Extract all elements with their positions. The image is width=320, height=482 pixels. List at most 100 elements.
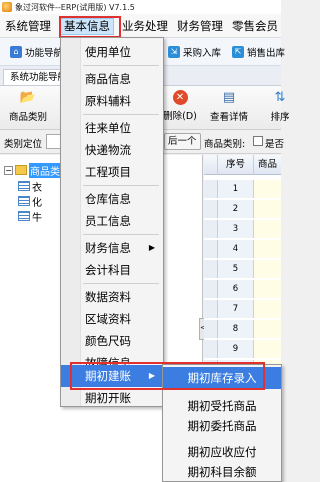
next-button[interactable]: 后一个 xyxy=(164,133,201,150)
menu-system-management[interactable]: 系统管理 xyxy=(5,18,51,35)
quick-function-nav-label: 功能导航 xyxy=(25,48,64,59)
grid-header-index[interactable]: 序号 xyxy=(218,155,254,175)
menu-item-opening-account-balances[interactable]: 期初科目余额 xyxy=(163,461,281,482)
table-row[interactable]: 4 xyxy=(204,240,281,258)
row-number: 8 xyxy=(218,320,254,338)
category-icon xyxy=(18,211,30,221)
collapse-icon[interactable]: − xyxy=(4,165,13,175)
table-row[interactable]: 8 xyxy=(204,320,281,338)
table-row[interactable]: 2 xyxy=(204,200,281,218)
category-icon xyxy=(18,181,30,191)
row-number: 7 xyxy=(218,300,254,318)
category-icon xyxy=(18,196,30,206)
tree-node[interactable]: 化 xyxy=(18,194,42,209)
table-row[interactable]: 5 xyxy=(204,260,281,278)
menu-item-color-size[interactable]: 颜色尺码 xyxy=(61,330,163,352)
quick-function-nav[interactable]: ⌂ 功能导航 xyxy=(10,44,63,60)
tree-node-label: 牛 xyxy=(32,212,42,224)
row-number: 9 xyxy=(218,340,254,358)
menu-item-projects[interactable]: 工程项目 xyxy=(61,161,163,183)
app-logo-icon xyxy=(2,2,12,12)
menu-bar: 系统管理 基本信息 业务处理 财务管理 零售会员 xyxy=(0,14,281,38)
checkbox-label: 是否 xyxy=(265,139,285,150)
menu-item-product-info[interactable]: 商品信息 xyxy=(61,68,163,90)
grid-header: 序号 商品 xyxy=(204,155,281,175)
menu-item-staff-info[interactable]: 员工信息 xyxy=(61,210,163,232)
tree-node-label: 衣 xyxy=(32,182,42,194)
menu-retail-members[interactable]: 零售会员 xyxy=(232,18,278,35)
menu-item-opening-receivables-payables[interactable]: 期初应收应付 xyxy=(163,441,281,463)
menu-separator xyxy=(83,234,159,235)
menu-item-opening-inventory-entry[interactable]: 期初库存录入 xyxy=(163,367,281,389)
menu-item-finance-info-label: 财务信息 xyxy=(85,241,131,255)
folder-open-icon: 📂 xyxy=(19,90,37,105)
table-row[interactable]: 3 xyxy=(204,220,281,238)
product-category-button[interactable]: 📂 商品类别 xyxy=(2,90,54,126)
product-category-label: 商品类别: xyxy=(204,139,246,150)
menu-business-processing[interactable]: 业务处理 xyxy=(122,18,168,35)
view-details-icon: ▤ xyxy=(222,90,236,105)
submenu-arrow-icon: ▶ xyxy=(148,371,155,380)
basic-info-menu: 使用单位 商品信息 原料辅料 往来单位 快递物流 工程项目 仓库信息 员工信息 … xyxy=(60,37,164,407)
quick-purchase-inbound-label: 采购入库 xyxy=(183,48,222,59)
menu-item-finance-info[interactable]: 财务信息 ▶ xyxy=(61,237,163,259)
menu-item-opening-setup[interactable]: 期初建账 ▶ xyxy=(61,365,163,387)
view-details-button-label: 查看详情 xyxy=(209,112,248,123)
opening-setup-submenu: 期初库存录入 期初受托商品 期初委托商品 期初应收应付 期初科目余额 xyxy=(162,364,282,482)
sort-button-label: 排序 xyxy=(270,112,290,123)
quick-purchase-inbound[interactable]: ⇲ 采购入库 xyxy=(168,44,221,60)
menu-item-opening-accounts[interactable]: 期初开账 xyxy=(61,387,163,409)
delete-button-label: 删除(D) xyxy=(163,111,197,122)
menu-item-region-data[interactable]: 区域资料 xyxy=(61,308,163,330)
menu-item-warehouse-info[interactable]: 仓库信息 xyxy=(61,188,163,210)
home-icon: ⌂ xyxy=(10,46,22,58)
menu-separator xyxy=(83,283,159,284)
table-row[interactable]: 6 xyxy=(204,280,281,298)
checkbox[interactable] xyxy=(253,136,263,146)
row-number: 3 xyxy=(218,220,254,238)
category-locate-label: 类别定位 xyxy=(4,139,43,150)
menu-separator xyxy=(83,114,159,115)
submenu-arrow-icon: ▶ xyxy=(148,243,155,252)
grid-header-product[interactable]: 商品 xyxy=(254,155,281,175)
title-bar: 象过河软件--ERP(试用版) V7.1.5 xyxy=(0,0,281,14)
menu-item-opening-setup-label: 期初建账 xyxy=(85,369,131,383)
delete-icon: ✕ xyxy=(172,90,188,105)
folder-icon xyxy=(15,165,27,175)
menu-item-opening-consigned-in[interactable]: 期初受托商品 xyxy=(163,395,281,417)
row-number: 2 xyxy=(218,200,254,218)
row-number: 1 xyxy=(218,180,254,198)
row-number: 6 xyxy=(218,280,254,298)
product-category-button-label: 商品类别 xyxy=(8,112,47,123)
tree-node[interactable]: 牛 xyxy=(18,209,42,224)
table-row[interactable]: 1 xyxy=(204,180,281,198)
sort-icon: ⇅ xyxy=(274,90,286,105)
menu-finance-management[interactable]: 财务管理 xyxy=(177,18,223,35)
sort-button[interactable]: ⇅ 排序 xyxy=(254,90,306,126)
menu-item-contacts[interactable]: 往来单位 xyxy=(61,117,163,139)
purchase-icon: ⇲ xyxy=(168,46,180,58)
menu-item-express-logistics[interactable]: 快递物流 xyxy=(61,139,163,161)
view-details-button[interactable]: ▤ 查看详情 xyxy=(203,90,255,126)
menu-item-opening-consigned-out[interactable]: 期初委托商品 xyxy=(163,415,281,437)
row-number: 5 xyxy=(218,260,254,278)
menu-item-data-materials[interactable]: 数据资料 xyxy=(61,286,163,308)
menu-item-using-unit[interactable]: 使用单位 xyxy=(61,41,163,63)
menu-item-raw-materials[interactable]: 原料辅料 xyxy=(61,90,163,112)
quick-sales-outbound[interactable]: ⇱ 销售出库 xyxy=(232,44,285,60)
table-row[interactable]: 7 xyxy=(204,300,281,318)
tree-root-node[interactable]: − 商品类 xyxy=(4,162,61,178)
row-number: 4 xyxy=(218,240,254,258)
menu-item-accounting-subjects[interactable]: 会计科目 xyxy=(61,259,163,281)
menu-separator xyxy=(83,65,159,66)
grid-header-selector xyxy=(204,155,218,175)
tree-root-label: 商品类 xyxy=(29,162,61,178)
menu-basic-info[interactable]: 基本信息 xyxy=(60,18,114,35)
menu-separator xyxy=(83,185,159,186)
tree-node[interactable]: 衣 xyxy=(18,179,42,194)
table-row[interactable]: 9 xyxy=(204,340,281,358)
tree-node-label: 化 xyxy=(32,197,42,209)
window-title: 象过河软件--ERP(试用版) V7.1.5 xyxy=(15,2,135,12)
quick-sales-outbound-label: 销售出库 xyxy=(247,48,286,59)
sales-icon: ⇱ xyxy=(232,46,244,58)
